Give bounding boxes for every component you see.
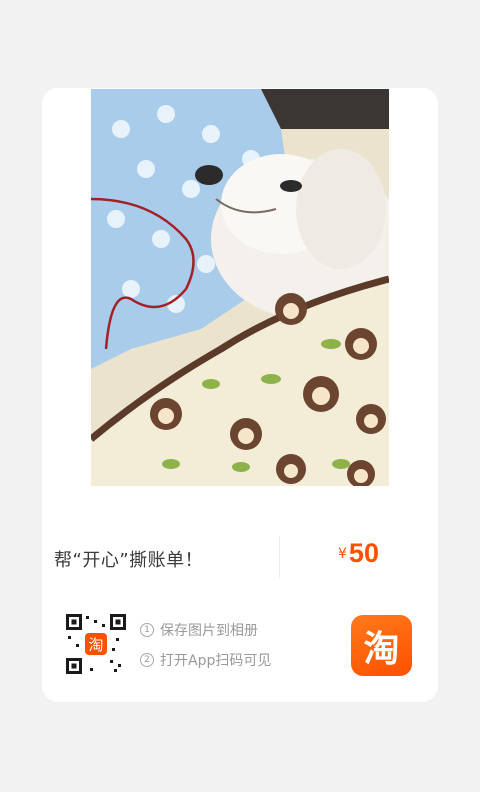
svg-text:淘: 淘 (88, 636, 103, 654)
step-number-1: 1 (140, 623, 154, 637)
step-text-1: 保存图片到相册 (160, 623, 258, 639)
title-price-row: 帮“开心”撕账单！ ¥50 (42, 534, 438, 580)
share-card: 帮“开心”撕账单！ ¥50 淘 1 保存图片到相册 2 打开App扫码可见 淘 (42, 88, 438, 702)
product-photo-dog (91, 89, 389, 486)
price: ¥50 (338, 538, 379, 569)
step-number-2: 2 (140, 653, 154, 667)
price-value: 50 (348, 538, 379, 568)
instruction-step-2: 2 打开App扫码可见 (140, 650, 271, 670)
instructions: 1 保存图片到相册 2 打开App扫码可见 (140, 620, 271, 680)
product-title: 帮“开心”撕账单！ (54, 550, 204, 571)
instruction-step-1: 1 保存图片到相册 (140, 620, 271, 640)
qr-code: 淘 (66, 614, 126, 674)
divider (279, 536, 280, 578)
price-currency: ¥ (338, 546, 347, 562)
taobao-app-logo: 淘 (351, 615, 412, 676)
taobao-logo-glyph: 淘 (363, 628, 400, 670)
step-text-2: 打开App扫码可见 (160, 653, 272, 669)
